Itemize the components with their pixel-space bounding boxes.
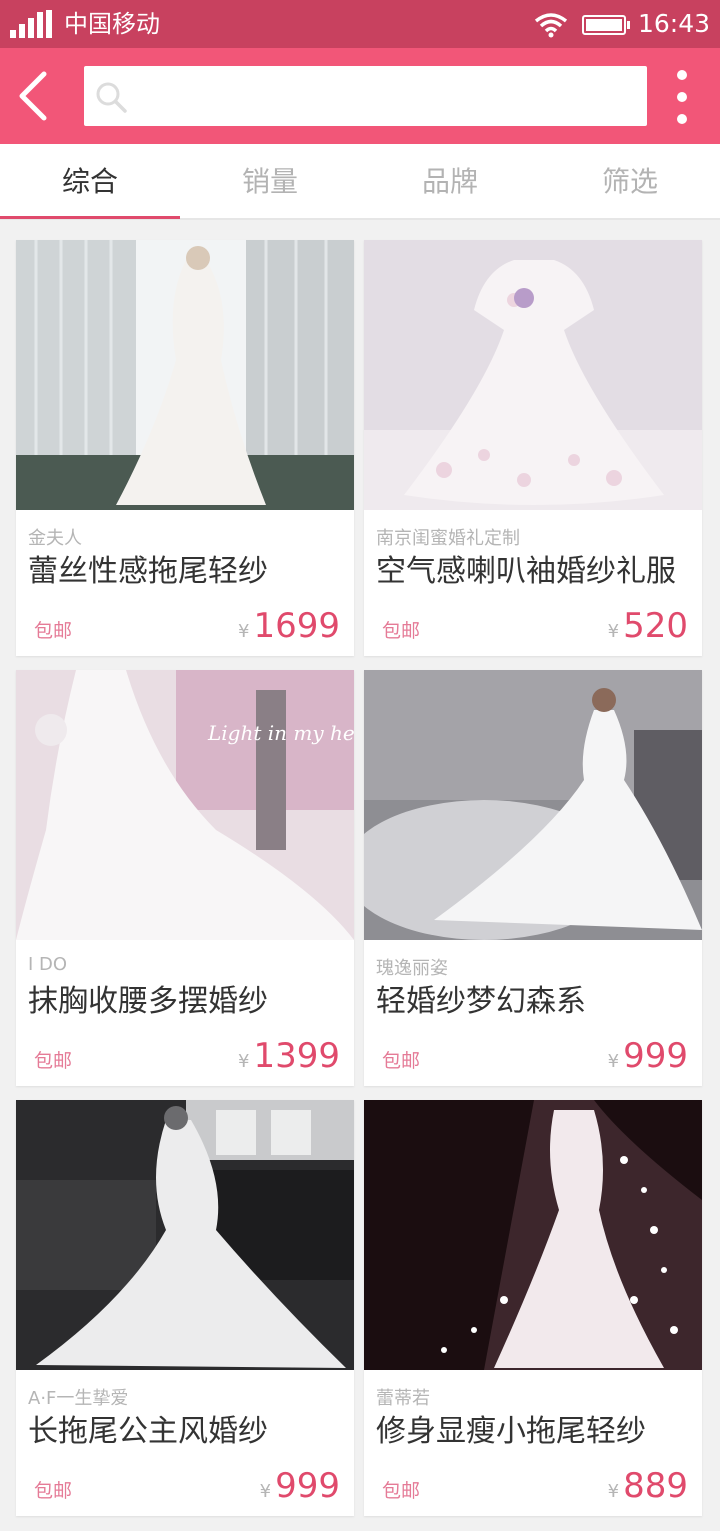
search-input[interactable]	[136, 66, 640, 128]
currency-symbol: ¥	[607, 1051, 620, 1072]
shop-name: 蕾蒂若	[376, 1388, 430, 1409]
shop-name: 金夫人	[28, 528, 82, 549]
product-image	[364, 670, 702, 940]
shop-name: 南京闺蜜婚礼定制	[376, 528, 520, 549]
product-title: 修身显瘦小拖尾轻纱	[376, 1414, 646, 1449]
price-amount: 999	[275, 1466, 340, 1506]
currency-symbol: ¥	[238, 621, 250, 642]
free-shipping-label: 包邮	[34, 1050, 73, 1072]
price-amount: 520	[623, 606, 688, 646]
free-shipping-label: 包邮	[382, 1050, 421, 1072]
search-box[interactable]	[84, 66, 647, 128]
currency-symbol: ¥	[607, 621, 620, 642]
product-title: 蕾丝性感拖尾轻纱	[28, 554, 268, 589]
product-price: ¥520	[608, 606, 688, 646]
battery-icon	[582, 15, 630, 35]
search-icon	[96, 82, 127, 113]
carrier-label: 中国移动	[64, 10, 160, 38]
free-shipping-label: 包邮	[382, 1480, 421, 1502]
price-amount: 889	[623, 1466, 688, 1506]
tab-filter[interactable]: 筛选	[540, 144, 720, 218]
free-shipping-label: 包邮	[382, 620, 421, 642]
wifi-icon	[534, 13, 568, 38]
product-image	[16, 240, 354, 510]
product-price: ¥999	[608, 1036, 688, 1076]
tab-comprehensive[interactable]: 综合	[0, 144, 180, 218]
clock: 16:43	[638, 9, 711, 38]
price-amount: 1699	[253, 606, 340, 646]
active-tab-indicator	[0, 216, 180, 219]
currency-symbol: ¥	[238, 1051, 250, 1072]
shop-name: A·F一生挚爱	[28, 1388, 129, 1409]
product-card[interactable]: Light in my heart I DO 抹胸收腰多摆婚纱 包邮 ¥1399	[16, 670, 354, 1086]
product-image: Light in my heart	[16, 670, 354, 940]
currency-symbol: ¥	[259, 1481, 272, 1502]
image-overlay-text: Light in my heart	[207, 721, 354, 745]
product-card[interactable]: A·F一生挚爱 长拖尾公主风婚纱 包邮 ¥999	[16, 1100, 354, 1516]
product-image	[364, 240, 702, 510]
tab-sales[interactable]: 销量	[180, 144, 360, 218]
product-card[interactable]: 金夫人 蕾丝性感拖尾轻纱 包邮 ¥1699	[16, 240, 354, 656]
shop-name: 瑰逸丽姿	[376, 958, 448, 979]
nav-bar	[0, 48, 720, 144]
product-card[interactable]: 蕾蒂若 修身显瘦小拖尾轻纱 包邮 ¥889	[364, 1100, 702, 1516]
product-price: ¥1699	[238, 606, 340, 646]
free-shipping-label: 包邮	[34, 620, 73, 642]
shop-name: I DO	[28, 954, 68, 975]
product-title: 空气感喇叭袖婚纱礼服	[376, 554, 676, 589]
product-price: ¥1399	[238, 1036, 340, 1076]
product-card[interactable]: 瑰逸丽姿 轻婚纱梦幻森系 包邮 ¥999	[364, 670, 702, 1086]
currency-symbol: ¥	[607, 1481, 620, 1502]
free-shipping-label: 包邮	[34, 1480, 73, 1502]
product-price: ¥999	[260, 1466, 340, 1506]
signal-icon	[10, 10, 52, 38]
price-amount: 1399	[253, 1036, 340, 1076]
status-bar: 中国移动 16:43	[0, 0, 720, 48]
product-title: 长拖尾公主风婚纱	[28, 1414, 268, 1449]
product-card[interactable]: 南京闺蜜婚礼定制 空气感喇叭袖婚纱礼服 包邮 ¥520	[364, 240, 702, 656]
product-price: ¥889	[608, 1466, 688, 1506]
sort-tabs: 综合 销量 品牌 筛选	[0, 144, 720, 220]
tab-brand[interactable]: 品牌	[360, 144, 540, 218]
more-menu-icon[interactable]	[664, 68, 700, 126]
product-title: 抹胸收腰多摆婚纱	[28, 984, 268, 1019]
product-title: 轻婚纱梦幻森系	[376, 984, 586, 1019]
product-image	[16, 1100, 354, 1370]
back-icon[interactable]	[10, 68, 60, 124]
product-image	[364, 1100, 702, 1370]
price-amount: 999	[623, 1036, 688, 1076]
